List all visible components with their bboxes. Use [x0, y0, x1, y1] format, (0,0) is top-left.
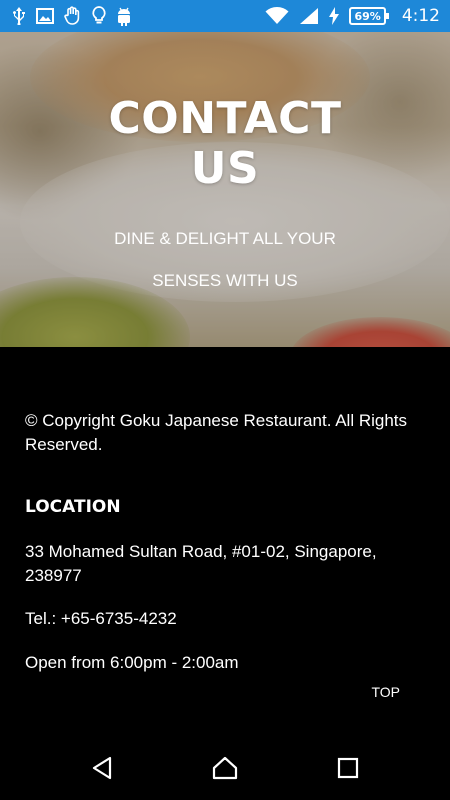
signal-icon [299, 6, 319, 26]
wifi-icon [265, 6, 289, 26]
bulb-icon [92, 6, 106, 26]
phone-text[interactable]: Tel.: +65-6735-4232 [25, 609, 177, 629]
image-icon [36, 6, 54, 26]
hand-icon [64, 6, 82, 26]
recents-button[interactable] [328, 750, 368, 790]
footer: © Copyright Goku Japanese Restaurant. Al… [0, 347, 450, 737]
hero-subtitle-line: DINE & DELIGHT ALL YOUR [114, 229, 336, 248]
back-icon [91, 756, 113, 784]
home-icon [212, 756, 238, 784]
usb-icon [12, 6, 26, 26]
status-left-icons [12, 6, 132, 26]
copyright-text: © Copyright Goku Japanese Restaurant. Al… [25, 411, 408, 454]
status-right-icons: 69% 4:12 [265, 6, 440, 26]
system-nav-bar [0, 740, 450, 800]
charging-icon [329, 6, 340, 26]
battery-icon: 69% [349, 7, 390, 25]
android-icon [116, 6, 132, 26]
hero-banner: CONTACT US DINE & DELIGHT ALL YOUR SENSE… [0, 32, 450, 347]
home-button[interactable] [205, 750, 245, 790]
page-title-line: US [190, 143, 260, 194]
address-text: 33 Mohamed Sultan Road, #01-02, Singapor… [25, 542, 377, 585]
back-to-top-link[interactable]: TOP [371, 684, 400, 700]
page-title-line: CONTACT [108, 93, 342, 144]
hours-text: Open from 6:00pm - 2:00am [25, 653, 239, 672]
recents-icon [337, 757, 359, 783]
hero-subtitle-line: SENSES WITH US [152, 271, 298, 290]
location-heading: LOCATION [25, 497, 121, 517]
hero-subtitle: DINE & DELIGHT ALL YOUR SENSES WITH US [0, 218, 450, 302]
status-bar: 69% 4:12 [0, 0, 450, 32]
clock: 4:12 [401, 6, 440, 26]
page-title: CONTACT US [0, 94, 450, 194]
back-button[interactable] [82, 750, 122, 790]
